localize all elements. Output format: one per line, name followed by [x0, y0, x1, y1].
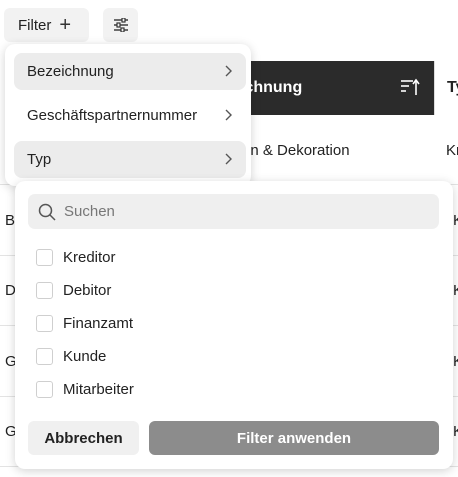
checkbox[interactable] [36, 281, 53, 299]
option-finanzamt[interactable]: Finanzamt [36, 312, 133, 334]
search-box[interactable] [28, 194, 439, 229]
table-cell: K [453, 423, 458, 440]
table-cell: K [453, 282, 458, 299]
search-input[interactable] [64, 203, 414, 220]
option-debitor[interactable]: Debitor [36, 279, 111, 301]
option-kunde[interactable]: Kunde [36, 345, 106, 367]
option-label: Kunde [63, 347, 107, 365]
table-cell: en & Dekoration [242, 142, 350, 159]
chevron-right-icon [225, 65, 232, 77]
sliders-icon [113, 18, 128, 32]
checkbox[interactable] [36, 347, 53, 365]
table-header-typ[interactable]: Ty [434, 61, 458, 115]
apply-filter-button[interactable]: Filter anwenden [149, 421, 439, 455]
table-header-bezeichnung[interactable]: ichnung [236, 61, 434, 115]
table-header-label: Ty [447, 79, 458, 96]
plus-icon: + [59, 14, 72, 36]
menu-item-bezeichnung[interactable]: Bezeichnung [14, 53, 246, 90]
menu-item-geschaeftspartnernummer[interactable]: Geschäftspartnernummer [14, 97, 246, 134]
search-icon [38, 203, 56, 221]
table-cell: K [453, 353, 458, 370]
checkbox[interactable] [36, 248, 53, 266]
filter-settings-button[interactable] [103, 8, 138, 42]
menu-item-label: Typ [27, 151, 52, 168]
chevron-right-icon [225, 109, 232, 121]
filter-field-menu: Bezeichnung Geschäftspartnernummer Typ [5, 44, 251, 186]
menu-item-typ[interactable]: Typ [14, 141, 246, 178]
filter-label: Filter [18, 16, 52, 34]
sort-ascending-icon[interactable] [400, 77, 420, 97]
option-kreditor[interactable]: Kreditor [36, 246, 116, 268]
checkbox[interactable] [36, 380, 53, 398]
checkbox[interactable] [36, 314, 53, 332]
cancel-button[interactable]: Abbrechen [28, 421, 139, 455]
chevron-right-icon [225, 153, 232, 165]
table-cell: K [453, 212, 458, 229]
menu-item-label: Bezeichnung [27, 63, 114, 80]
option-label: Kreditor [63, 248, 116, 266]
option-mitarbeiter[interactable]: Mitarbeiter [36, 378, 134, 400]
option-label: Debitor [63, 281, 112, 299]
typ-filter-panel: Kreditor Debitor Finanzamt Kunde Mitarbe… [15, 181, 453, 469]
filter-button[interactable]: Filter + [4, 8, 89, 42]
option-label: Finanzamt [63, 314, 134, 332]
option-label: Mitarbeiter [63, 380, 134, 398]
menu-item-label: Geschäftspartnernummer [27, 107, 198, 124]
table-cell: Kr [446, 142, 458, 159]
table-cell: B [5, 212, 16, 229]
